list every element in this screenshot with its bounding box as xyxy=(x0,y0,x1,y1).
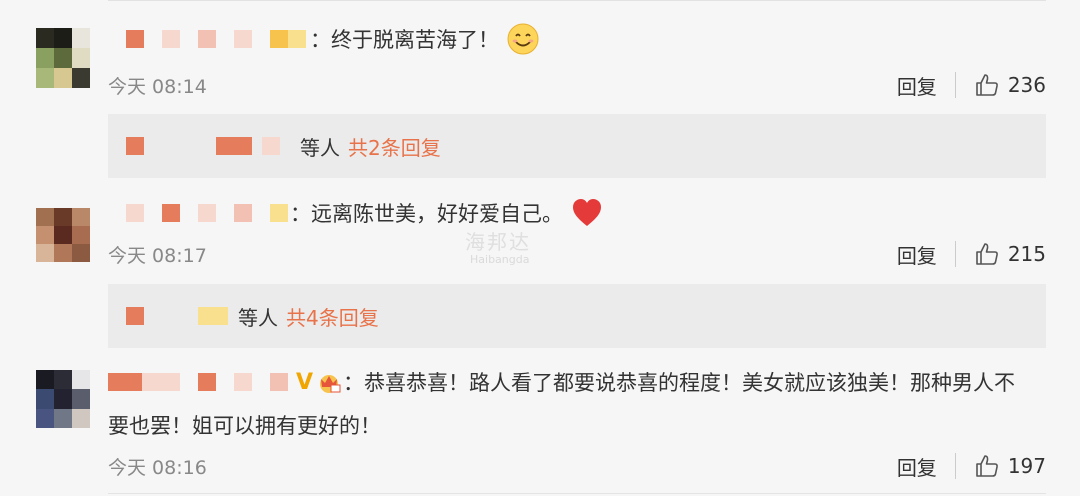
username-pixel xyxy=(262,137,280,155)
top-divider xyxy=(108,0,1046,1)
username-pixel xyxy=(234,204,252,222)
avatar[interactable] xyxy=(36,370,90,428)
avatar[interactable] xyxy=(36,28,90,88)
comment-text: ：终于脱离苦海了！ xyxy=(310,28,499,52)
username-pixel xyxy=(126,137,144,155)
thumbs-up-icon[interactable] xyxy=(974,453,1000,479)
username-pixel xyxy=(142,373,180,391)
reply-button[interactable]: 回复 xyxy=(897,452,937,481)
username-pixel xyxy=(270,30,288,48)
reply-preview-box[interactable]: 等人 共2条回复 xyxy=(108,114,1046,178)
watermark-text: 海邦达 xyxy=(465,230,531,254)
divider xyxy=(954,241,956,267)
reply-count-link[interactable]: 共2条回复 xyxy=(348,132,441,161)
username-row[interactable]: ：终于脱离苦海了！ xyxy=(108,23,539,55)
comment-time: 今天 08:17 xyxy=(108,244,207,267)
divider xyxy=(108,493,1046,494)
username-pixel xyxy=(288,30,306,48)
username-pixel xyxy=(270,373,288,391)
username-pixel xyxy=(216,137,252,155)
like-count: 236 xyxy=(1007,73,1046,97)
username-pixel xyxy=(126,204,144,222)
username-pixel xyxy=(162,30,180,48)
comment-meta: 今天 08:17 回复 215 xyxy=(108,239,1046,269)
comment-time: 今天 08:16 xyxy=(108,456,207,479)
divider xyxy=(954,72,956,98)
divider xyxy=(954,453,956,479)
comment-text-continuation: 要也罢！姐可以拥有更好的！ xyxy=(108,410,381,440)
like-count: 215 xyxy=(1007,242,1046,266)
reply-button[interactable]: 回复 xyxy=(897,71,937,100)
username-pixel xyxy=(198,204,216,222)
username-pixel xyxy=(198,373,216,391)
watermark-subtext: Haibangda xyxy=(470,253,530,266)
reply-preview-box[interactable]: 等人 共4条回复 xyxy=(108,284,1046,348)
red-heart-emoji-icon xyxy=(571,197,603,229)
username-pixel xyxy=(198,307,228,325)
username-pixel xyxy=(126,30,144,48)
smiling-face-emoji-icon xyxy=(507,23,539,55)
like-count: 197 xyxy=(1007,454,1046,478)
thumbs-up-icon[interactable] xyxy=(974,72,1000,98)
username-row[interactable]: ：远离陈世美，好好爱自己。 xyxy=(108,198,603,228)
comment-meta: 今天 08:16 回复 197 xyxy=(108,451,1046,481)
reply-preview-label: 等人 xyxy=(238,305,278,330)
username-pixel xyxy=(270,204,288,222)
comment-actions: 回复 215 xyxy=(897,240,1046,269)
comment-text: ：远离陈世美，好好爱自己。 xyxy=(290,202,563,226)
username-pixel xyxy=(234,373,252,391)
username-pixel xyxy=(108,373,142,391)
username-pixel xyxy=(198,30,216,48)
crown-icon xyxy=(317,371,341,393)
comment-time: 今天 08:14 xyxy=(108,75,207,98)
comment-text: 要也罢！姐可以拥有更好的！ xyxy=(108,414,381,438)
reply-button[interactable]: 回复 xyxy=(897,240,937,269)
avatar[interactable] xyxy=(36,208,90,262)
thumbs-up-icon[interactable] xyxy=(974,241,1000,267)
reply-preview-label: 等人 xyxy=(300,135,340,160)
username-pixel xyxy=(162,204,180,222)
username-row[interactable]: V ：恭喜恭喜！路人看了都要说恭喜的程度！美女就应该独美！那种男人不 xyxy=(108,367,1015,397)
comment-actions: 回复 236 xyxy=(897,71,1046,100)
comment-meta: 今天 08:14 回复 236 xyxy=(108,70,1046,100)
comment-actions: 回复 197 xyxy=(897,452,1046,481)
comment-text: ：恭喜恭喜！路人看了都要说恭喜的程度！美女就应该独美！那种男人不 xyxy=(343,371,1016,395)
reply-count-link[interactable]: 共4条回复 xyxy=(286,302,379,331)
verified-badge: V xyxy=(296,369,314,395)
username-pixel xyxy=(126,307,144,325)
username-pixel xyxy=(234,30,252,48)
